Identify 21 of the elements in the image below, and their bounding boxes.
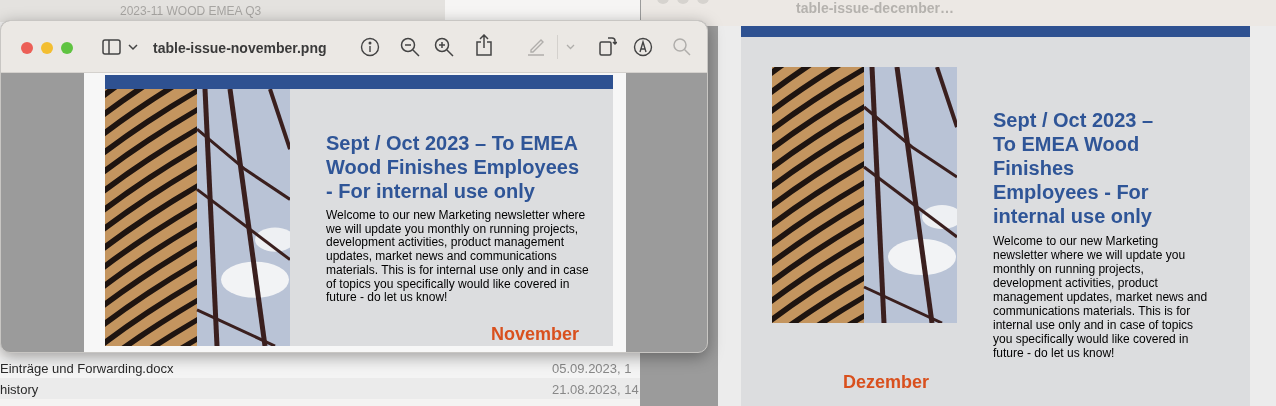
window-title: 2023-11 WOOD EMEA Q3 (120, 3, 262, 20)
newsletter-heading: Sept / Oct 2023 – To EMEA Wood Finishes Employees - For internal use only (326, 131, 581, 203)
window-title: table-issue-november.png (153, 39, 327, 58)
info-icon[interactable] (360, 37, 380, 57)
markup-icon[interactable] (633, 37, 653, 57)
rotate-icon[interactable] (599, 35, 617, 57)
sidebar-icon[interactable] (102, 39, 121, 55)
month-label: November (491, 323, 580, 346)
zoom-out-icon[interactable] (400, 37, 420, 57)
search-icon[interactable] (673, 38, 691, 56)
newsletter-text: Welcome to our new Marketing newsletter where we will update you monthly on running projects, development activities, product management updates, market news and communications materials. This is for internal use only and in case of topics you specifically would like covered in future - do let us know! (993, 234, 1209, 360)
file-name: Einträge und Forwarding.docx (0, 360, 174, 378)
month-label: Dezember (843, 371, 930, 394)
share-icon[interactable] (476, 34, 492, 56)
newsletter-heading: Sept / Oct 2023 – To EMEA Wood Finishes Employees - For internal use only (993, 108, 1155, 228)
zoom-in-icon[interactable] (434, 37, 454, 57)
date-modified: 21.08.2023, 14 (552, 381, 639, 399)
date-modified: 05.09.2023, 1 (552, 360, 632, 378)
newsletter-text: Welcome to our new Marketing newsletter where we will update you monthly on running projects, development activities, product management updates, market news and communications materials. This is for internal use only and in case of topics you specifically would like covered in future - do let us know! (326, 209, 590, 305)
chevron-down-icon[interactable] (128, 44, 138, 51)
file-name: history (0, 381, 39, 399)
